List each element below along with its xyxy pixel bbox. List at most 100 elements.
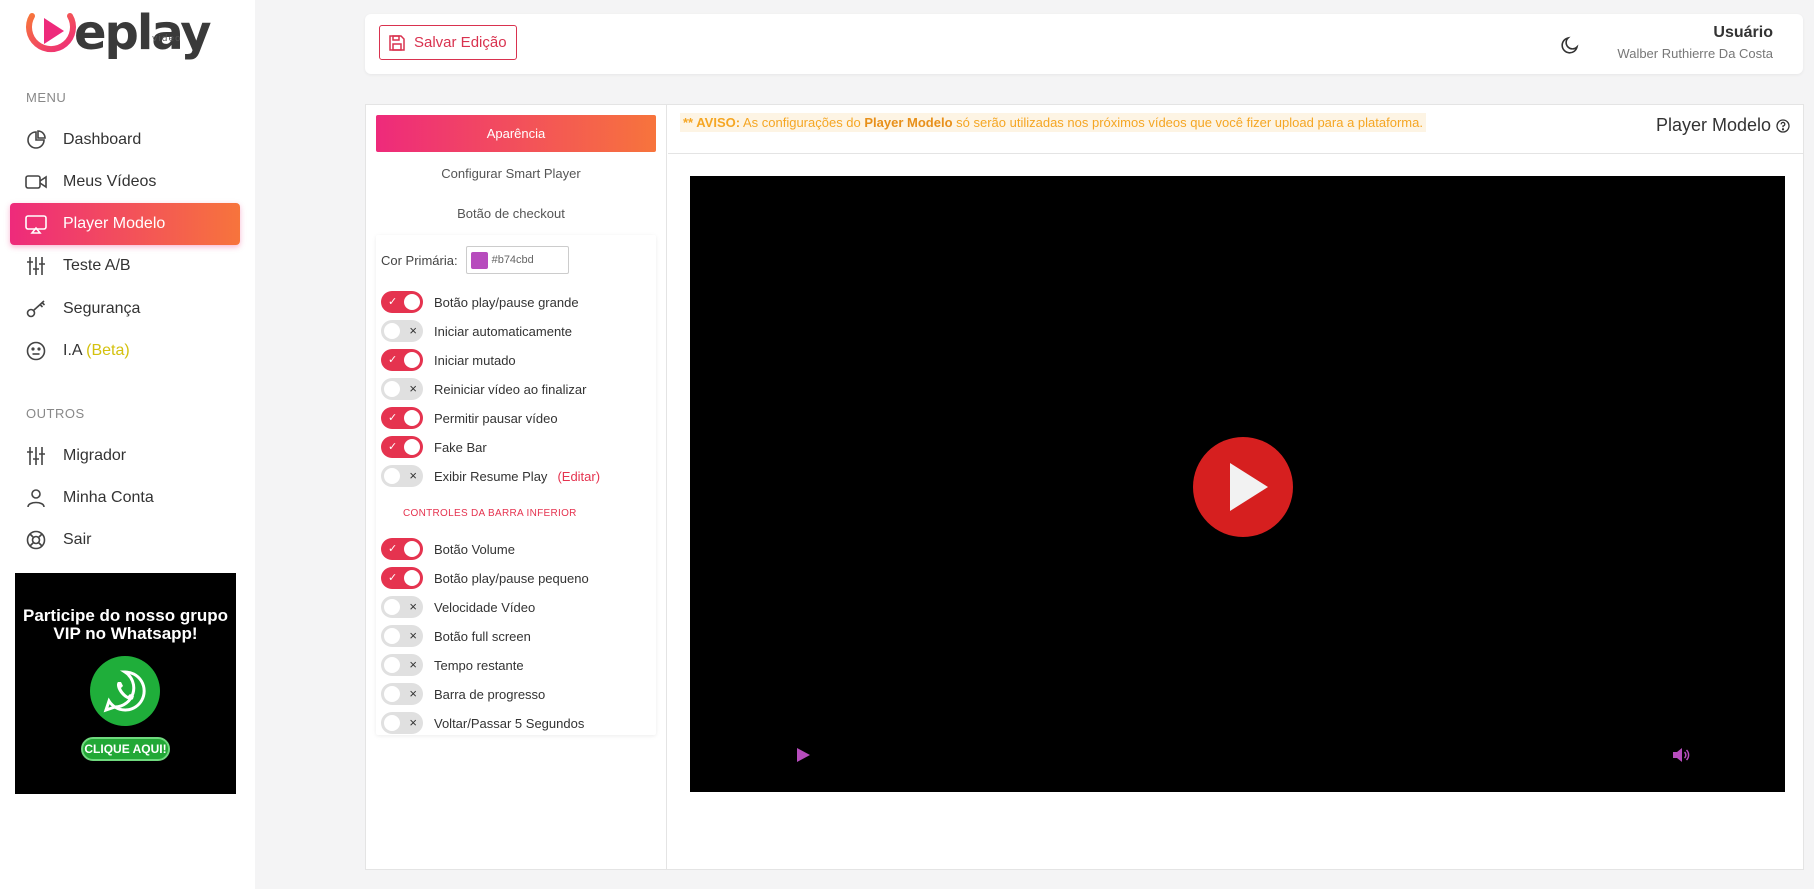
sidebar-item-label: Dashboard — [63, 131, 142, 148]
toggle-switch[interactable]: × — [381, 378, 423, 400]
logo-sub: video — [151, 34, 182, 44]
logo-play-icon — [26, 13, 76, 53]
toggle-row: ✓ Permitir pausar vídeo — [381, 407, 558, 429]
sidebar-item-label: Segurança — [63, 300, 141, 317]
toggle-switch[interactable]: ✓ — [381, 538, 423, 560]
sidebar-item-teste-ab[interactable]: Teste A/B — [10, 245, 240, 287]
video-camera-icon — [25, 171, 47, 193]
toggle-row: × Voltar/Passar 5 Segundos — [381, 712, 584, 734]
toggle-switch[interactable]: × — [381, 654, 423, 676]
sliders-icon — [25, 255, 47, 277]
toggle-switch[interactable]: × — [381, 625, 423, 647]
eplay-logo[interactable]: eplay video — [24, 6, 212, 57]
toggle-label: Fake Bar — [434, 439, 487, 455]
sidebar-item-migrador[interactable]: Migrador — [10, 435, 240, 477]
sidebar-item-sair[interactable]: Sair — [10, 519, 240, 561]
small-play-icon[interactable] — [795, 747, 811, 763]
toggle-label: Iniciar mutado — [434, 352, 516, 368]
primary-color-swatch — [470, 251, 488, 269]
toggle-switch[interactable]: ✓ — [381, 567, 423, 589]
user-icon — [25, 487, 47, 509]
toggle-switch[interactable]: × — [381, 320, 423, 342]
settings-panel: Aparência Configurar Smart Player Botão … — [366, 105, 667, 869]
sidebar-item-label: Meus Vídeos — [63, 173, 157, 190]
upload-notice: ** AVISO: As configurações do Player Mod… — [680, 113, 1426, 132]
primary-color-input[interactable]: #b74cbd — [465, 246, 569, 274]
sidebar-item-label: Migrador — [63, 447, 127, 464]
toggle-label: Botão play/pause grande — [434, 294, 579, 310]
video-player-preview[interactable] — [690, 176, 1785, 792]
lifebuoy-icon — [25, 529, 47, 551]
cast-screen-icon — [25, 213, 47, 235]
toggle-switch[interactable]: × — [381, 596, 423, 618]
toggle-label: Tempo restante — [434, 657, 524, 673]
edit-resume-play-link[interactable]: (Editar) — [557, 469, 600, 484]
help-icon[interactable] — [1776, 118, 1790, 133]
sidebar-item-player-modelo[interactable]: Player Modelo — [10, 203, 240, 245]
sidebar: eplay video MENU Dashboard Meus Vídeos Pl… — [0, 0, 255, 889]
key-icon — [25, 298, 47, 320]
player-title-text: Player Modelo — [1655, 115, 1771, 135]
sliders-icon — [25, 445, 47, 467]
sidebar-item-ia[interactable]: I.A (Beta) — [10, 330, 240, 372]
divider — [668, 153, 1804, 154]
toggle-row: ✓ Botão Volume — [381, 538, 515, 560]
tab-configurar-smart-player[interactable]: Configurar Smart Player — [376, 166, 646, 181]
toggle-label: Iniciar automaticamente — [434, 323, 573, 339]
toggle-label: Botão Volume — [434, 541, 515, 557]
sidebar-item-dashboard[interactable]: Dashboard — [10, 119, 240, 161]
save-button[interactable]: Salvar Edição — [379, 25, 517, 60]
toggle-switch[interactable]: ✓ — [381, 291, 423, 313]
toggle-row: ✓ Botão play/pause grande — [381, 291, 579, 313]
menu-section-title: MENU — [26, 90, 67, 105]
primary-color-label: Cor Primária: — [381, 252, 458, 268]
notice-prefix: ** AVISO: — [683, 115, 741, 130]
toggle-switch[interactable]: ✓ — [381, 349, 423, 371]
toggle-label: Botão full screen — [434, 628, 531, 644]
save-icon — [389, 34, 405, 51]
toggle-row: × Velocidade Vídeo — [381, 596, 535, 618]
sidebar-item-label: Player Modelo — [63, 215, 166, 232]
notice-text: só serão utilizadas nos próximos vídeos … — [952, 115, 1423, 130]
toggle-row: ✓ Iniciar mutado — [381, 349, 516, 371]
user-info[interactable]: Usuário Walber Ruthierre Da Costa — [1617, 24, 1773, 61]
sidebar-item-meus-videos[interactable]: Meus Vídeos — [10, 161, 240, 203]
player-settings-card: Aparência Configurar Smart Player Botão … — [365, 104, 1804, 870]
bottom-bar-section-title: CONTROLES DA BARRA INFERIOR — [403, 508, 577, 519]
toggle-label: Velocidade Vídeo — [434, 599, 536, 615]
pie-chart-icon — [25, 129, 47, 151]
toggle-switch[interactable]: ✓ — [381, 436, 423, 458]
tab-botao-checkout[interactable]: Botão de checkout — [376, 206, 646, 221]
user-name: Walber Ruthierre Da Costa — [1617, 46, 1773, 61]
outros-section-title: OUTROS — [26, 406, 85, 421]
whatsapp-icon — [90, 656, 160, 726]
notice-bold: Player Modelo — [864, 115, 953, 130]
moon-icon[interactable] — [1560, 35, 1580, 55]
toggle-switch[interactable]: × — [381, 712, 423, 734]
big-play-button-icon[interactable] — [1192, 436, 1294, 538]
promo-button[interactable]: CLIQUE AQUI! — [81, 737, 170, 761]
player-title: Player Modelo — [1656, 115, 1790, 136]
toggle-label: Reiniciar vídeo ao finalizar — [434, 381, 587, 397]
user-title: Usuário — [1713, 24, 1773, 41]
toggle-row: × Iniciar automaticamente — [381, 320, 572, 342]
sidebar-item-seguranca[interactable]: Segurança — [10, 288, 240, 330]
toggle-switch[interactable]: ✓ — [381, 407, 423, 429]
notice-text: As configurações do — [740, 115, 865, 130]
toggle-row: ✓ Fake Bar — [381, 436, 487, 458]
top-header: Salvar Edição Usuário Walber Ruthierre D… — [365, 14, 1803, 74]
toggle-row: × Exibir Resume Play (Editar) — [381, 465, 600, 487]
tab-aparencia[interactable]: Aparência — [376, 115, 656, 152]
save-button-label: Salvar Edição — [414, 34, 507, 51]
promo-line-1: Participe do nosso grupo — [23, 606, 228, 625]
promo-line-2: VIP no Whatsapp! — [53, 624, 198, 643]
toggle-label: Botão play/pause pequeno — [434, 570, 589, 586]
toggle-switch[interactable]: × — [381, 465, 423, 487]
smile-icon — [25, 340, 47, 362]
sidebar-item-minha-conta[interactable]: Minha Conta — [10, 477, 240, 519]
appearance-options: Cor Primária: #b74cbd ✓ Botão play/pause… — [376, 235, 656, 735]
whatsapp-promo-banner[interactable]: Participe do nosso grupo VIP no Whatsapp… — [15, 573, 236, 794]
toggle-row: × Barra de progresso — [381, 683, 545, 705]
volume-icon[interactable] — [1672, 747, 1690, 763]
toggle-switch[interactable]: × — [381, 683, 423, 705]
